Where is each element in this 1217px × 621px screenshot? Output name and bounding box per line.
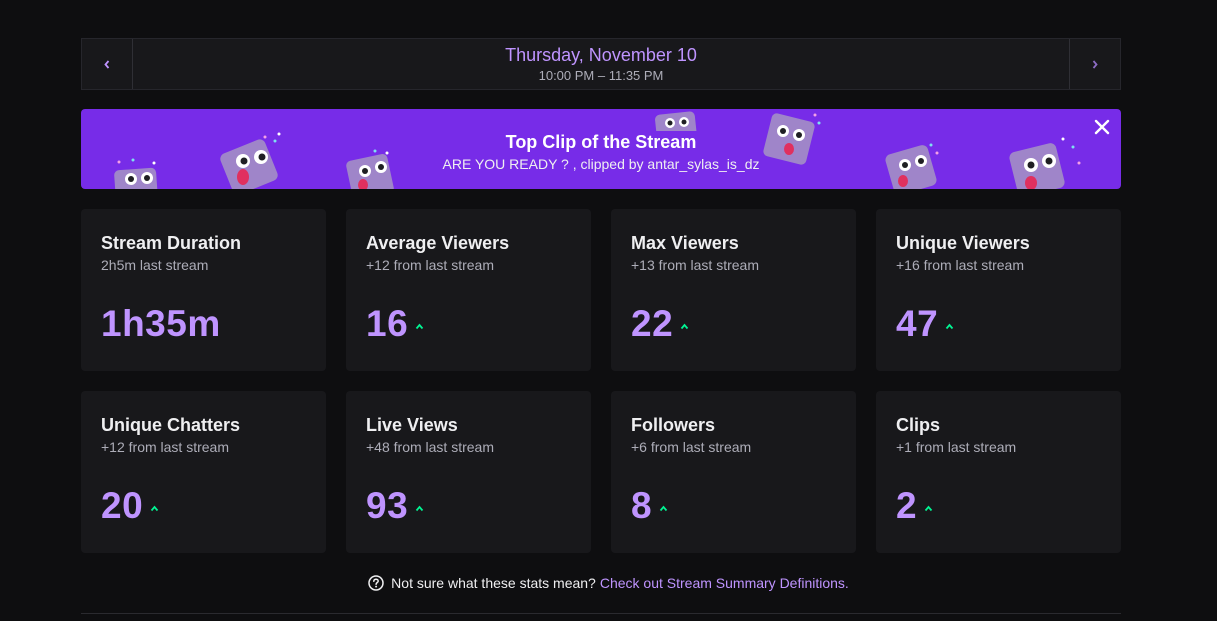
stat-title: Followers — [631, 415, 716, 435]
stat-card-live-views: Live Views +48 from last stream 93 — [346, 391, 591, 553]
stat-value: 93 — [366, 485, 409, 526]
stat-value-row: 22 — [631, 302, 689, 346]
help-text: Not sure what these stats mean? — [391, 575, 596, 591]
trend-up-icon — [659, 505, 668, 511]
stream-date-display: Thursday, November 10 10:00 PM – 11:35 P… — [133, 39, 1069, 89]
stat-value-row: 8 — [631, 484, 668, 528]
stat-subtitle: +12 from last stream — [366, 257, 494, 273]
top-clip-subtitle: ARE YOU READY ? , clipped by antar_sylas… — [442, 156, 760, 172]
close-icon — [1094, 119, 1110, 135]
stat-subtitle: 2h5m last stream — [101, 257, 209, 273]
date-navigator: Thursday, November 10 10:00 PM – 11:35 P… — [81, 38, 1121, 90]
stat-value-row: 16 — [366, 302, 424, 346]
next-stream-button[interactable] — [1069, 39, 1120, 89]
stat-subtitle: +12 from last stream — [101, 439, 229, 455]
stat-value-row: 2 — [896, 484, 933, 528]
stat-value: 1h35m — [101, 303, 221, 344]
stat-card-clips: Clips +1 from last stream 2 — [876, 391, 1121, 553]
stat-card-followers: Followers +6 from last stream 8 — [611, 391, 856, 553]
question-circle-icon — [368, 575, 384, 591]
chevron-right-icon — [1092, 59, 1098, 69]
stat-value-row: 93 — [366, 484, 424, 528]
stat-subtitle: +13 from last stream — [631, 257, 759, 273]
stat-value: 47 — [896, 303, 939, 344]
stat-subtitle: +16 from last stream — [896, 257, 1024, 273]
stat-value: 16 — [366, 303, 409, 344]
stat-value-row: 20 — [101, 484, 159, 528]
stat-value-row: 1h35m — [101, 302, 221, 346]
stat-title: Unique Viewers — [896, 233, 1030, 253]
stat-title: Max Viewers — [631, 233, 739, 253]
stat-subtitle: +1 from last stream — [896, 439, 1017, 455]
trend-up-icon — [945, 323, 954, 329]
stat-card-max-viewers: Max Viewers +13 from last stream 22 — [611, 209, 856, 371]
mascot-icon — [655, 111, 697, 131]
stat-card-average-viewers: Average Viewers +12 from last stream 16 — [346, 209, 591, 371]
stat-value: 22 — [631, 303, 674, 344]
trend-up-icon — [415, 323, 424, 329]
stat-value-row: 47 — [896, 302, 954, 346]
previous-stream-button[interactable] — [82, 39, 133, 89]
divider — [81, 613, 1121, 614]
top-clip-banner[interactable]: Top Clip of the Stream ARE YOU READY ? ,… — [81, 109, 1121, 189]
stats-help: Not sure what these stats mean? Check ou… — [0, 573, 1217, 593]
stat-subtitle: +48 from last stream — [366, 439, 494, 455]
stat-card-stream-duration: Stream Duration 2h5m last stream 1h35m — [81, 209, 326, 371]
stat-title: Average Viewers — [366, 233, 510, 253]
stat-value: 8 — [631, 485, 653, 526]
stat-title: Unique Chatters — [101, 415, 241, 435]
stat-value: 20 — [101, 485, 144, 526]
stat-title: Clips — [896, 415, 941, 435]
trend-up-icon — [680, 323, 689, 329]
stat-title: Live Views — [366, 415, 458, 435]
stream-date: Thursday, November 10 — [505, 45, 697, 65]
stat-card-unique-chatters: Unique Chatters +12 from last stream 20 — [81, 391, 326, 553]
trend-up-icon — [415, 505, 424, 511]
chevron-left-icon — [104, 59, 110, 69]
top-clip-title: Top Clip of the Stream — [505, 132, 697, 152]
stats-grid: Stream Duration 2h5m last stream 1h35m A… — [81, 209, 1121, 553]
stat-subtitle: +6 from last stream — [631, 439, 752, 455]
top-clip-info: Top Clip of the Stream ARE YOU READY ? ,… — [81, 130, 1121, 173]
stat-card-unique-viewers: Unique Viewers +16 from last stream 47 — [876, 209, 1121, 371]
trend-up-icon — [150, 505, 159, 511]
stream-summary-definitions-link[interactable]: Check out Stream Summary Definitions. — [600, 573, 849, 593]
stream-time-range: 10:00 PM – 11:35 PM — [538, 68, 664, 83]
trend-up-icon — [924, 505, 933, 511]
stat-title: Stream Duration — [101, 233, 242, 253]
stat-value: 2 — [896, 485, 918, 526]
close-banner-button[interactable] — [1092, 117, 1112, 137]
